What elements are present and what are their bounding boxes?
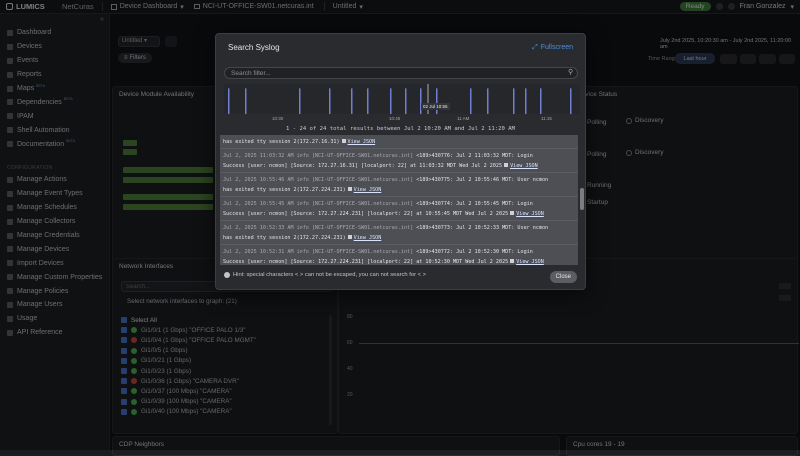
- modal-header: Search Syslog ⤢ Fullscreen: [216, 34, 585, 61]
- histogram-bar[interactable]: [299, 88, 301, 114]
- entry-message-cont: has exited tty session 2(172.27.224.231): [223, 235, 346, 241]
- log-scrollbar[interactable]: [580, 135, 584, 265]
- syslog-entry: Jul 2, 2025 11:03:32 AM info [NCI-UT-OFF…: [220, 149, 578, 173]
- entry-message: has exited tty session 2(172.27.16.31): [223, 139, 340, 145]
- histogram-bar[interactable]: [351, 88, 353, 114]
- syslog-entry: has exited tty session 2(172.27.16.31) Vi…: [220, 135, 578, 149]
- info-icon: [224, 272, 230, 278]
- json-icon: [341, 139, 346, 143]
- entry-line: Jul 2, 2025 10:52:33 AM info [NCI-UT-OFF…: [223, 223, 575, 233]
- histogram-bar[interactable]: [525, 88, 527, 114]
- fullscreen-label: Fullscreen: [540, 44, 573, 51]
- fullscreen-button[interactable]: ⤢ Fullscreen: [532, 44, 573, 52]
- entry-line: has exited tty session 2(172.27.16.31) Vi…: [223, 137, 575, 147]
- entry-message: <189>430772: Jul 2 10:52:30 MDT: Login: [416, 249, 533, 255]
- entry-line: Jul 2, 2025 10:55:45 AM info [NCI-UT-OFF…: [223, 199, 575, 209]
- histogram-tooltip: 02 Jul 10:55: [421, 103, 450, 110]
- histogram-bar[interactable]: [436, 88, 438, 114]
- entry-message-cont: Success [user: ncmon] [Source: 172.27.22…: [223, 259, 509, 265]
- entry-message: <189>430776: Jul 2 11:03:32 MDT: Login: [416, 153, 533, 159]
- entry-line: Success [user: ncmon] [Source: 172.27.16…: [223, 161, 575, 171]
- view-json-link[interactable]: View JSON: [516, 259, 544, 265]
- entry-timestamp: Jul 2, 2025 10:55:46 AM info: [223, 177, 309, 183]
- histogram-bar[interactable]: [540, 88, 542, 114]
- syslog-entries: has exited tty session 2(172.27.16.31) Vi…: [220, 135, 578, 265]
- results-summary: 1 - 24 of 24 total results between Jul 2…: [285, 126, 515, 132]
- syslog-histogram[interactable]: [224, 84, 580, 114]
- histogram-bar[interactable]: [487, 88, 489, 114]
- histogram-bar[interactable]: [245, 88, 247, 114]
- syslog-entry: Jul 2, 2025 10:52:31 AM info [NCI-UT-OFF…: [220, 245, 578, 265]
- syslog-entry: Jul 2, 2025 10:55:45 AM info [NCI-UT-OFF…: [220, 197, 578, 221]
- entry-host: [NCI-UT-OFFICE-SW01.netcuras.int]: [311, 225, 414, 231]
- expand-icon: ⤢: [532, 43, 538, 51]
- syslog-search-input[interactable]: [224, 67, 578, 79]
- entry-timestamp: Jul 2, 2025 10:52:33 AM info: [223, 225, 309, 231]
- entry-timestamp: Jul 2, 2025 11:03:32 AM info: [223, 153, 309, 159]
- entry-line: Jul 2, 2025 10:52:31 AM info [NCI-UT-OFF…: [223, 247, 575, 257]
- entry-host: [NCI-UT-OFFICE-SW01.netcuras.int]: [311, 177, 414, 183]
- view-json-link[interactable]: View JSON: [516, 211, 544, 217]
- json-icon: [510, 259, 515, 263]
- json-icon: [504, 163, 509, 167]
- hint-text: Hint: special characters < > can not be …: [233, 272, 427, 278]
- view-json-link[interactable]: View JSON: [354, 187, 382, 193]
- close-button[interactable]: Close: [549, 271, 577, 283]
- histogram-bar[interactable]: [367, 88, 369, 114]
- histogram-svg: [228, 84, 572, 114]
- entry-message-cont: Success [user: ncmon] [Source: 172.27.22…: [223, 211, 509, 217]
- entry-timestamp: Jul 2, 2025 10:52:31 AM info: [223, 249, 309, 255]
- syslog-entry: Jul 2, 2025 10:55:46 AM info [NCI-UT-OFF…: [220, 173, 578, 197]
- entry-host: [NCI-UT-OFFICE-SW01.netcuras.int]: [311, 249, 414, 255]
- histogram-bar[interactable]: [390, 88, 392, 114]
- x-tick-label: 11:15: [541, 116, 552, 121]
- search-icon: ⚲: [568, 69, 574, 76]
- x-tick-label: 11 AM: [457, 116, 470, 121]
- x-tick-label: 10:30: [272, 116, 284, 121]
- entry-message-cont: Success [user: ncmon] [Source: 172.27.16…: [223, 163, 503, 169]
- view-json-link[interactable]: View JSON: [510, 163, 538, 169]
- entry-message: <189>430773: Jul 2 10:52:33 MDT: User nc…: [416, 225, 549, 231]
- log-scroll-thumb[interactable]: [580, 188, 584, 210]
- entry-message-cont: has exited tty session 2(172.27.224.231): [223, 187, 346, 193]
- histogram-bar[interactable]: [470, 88, 472, 114]
- view-json-link[interactable]: View JSON: [354, 235, 382, 241]
- modal-title: Search Syslog: [228, 43, 280, 52]
- entry-line: has exited tty session 2(172.27.224.231)…: [223, 185, 575, 195]
- entry-line: Jul 2, 2025 10:55:46 AM info [NCI-UT-OFF…: [223, 175, 575, 185]
- entry-line: Success [user: ncmon] [Source: 172.27.22…: [223, 209, 575, 219]
- entry-message: <189>430775: Jul 2 10:55:46 MDT: User nc…: [416, 177, 549, 183]
- histogram-bar[interactable]: [570, 88, 572, 114]
- entry-line: Success [user: ncmon] [Source: 172.27.22…: [223, 257, 575, 265]
- x-tick-label: 10:45: [389, 116, 401, 121]
- view-json-link[interactable]: View JSON: [348, 139, 376, 145]
- entry-timestamp: Jul 2, 2025 10:55:45 AM info: [223, 201, 309, 207]
- json-icon: [347, 235, 352, 239]
- search-syslog-modal: Search Syslog ⤢Fullscreen ⚲ 10:30 10:45 11…: [215, 33, 586, 290]
- json-icon: [510, 211, 515, 215]
- histogram-bar[interactable]: [513, 88, 515, 114]
- entry-line: has exited tty session 2(172.27.224.231)…: [223, 233, 575, 243]
- syslog-entry: Jul 2, 2025 10:52:33 AM info [NCI-UT-OFF…: [220, 221, 578, 245]
- entry-host: [NCI-UT-OFFICE-SW01.netcuras.int]: [311, 201, 414, 207]
- json-icon: [347, 187, 352, 191]
- histogram-bar[interactable]: [420, 88, 422, 114]
- histogram-bar[interactable]: [405, 88, 407, 114]
- search-hint: Hint: special characters < > can not be …: [224, 272, 426, 278]
- entry-message: <189>430774: Jul 2 10:55:45 MDT: Login: [416, 201, 533, 207]
- entry-line: Jul 2, 2025 11:03:32 AM info [NCI-UT-OFF…: [223, 151, 575, 161]
- histogram-bar[interactable]: [329, 88, 331, 114]
- entry-host: [NCI-UT-OFFICE-SW01.netcuras.int]: [311, 153, 414, 159]
- histogram-bar[interactable]: [228, 88, 230, 114]
